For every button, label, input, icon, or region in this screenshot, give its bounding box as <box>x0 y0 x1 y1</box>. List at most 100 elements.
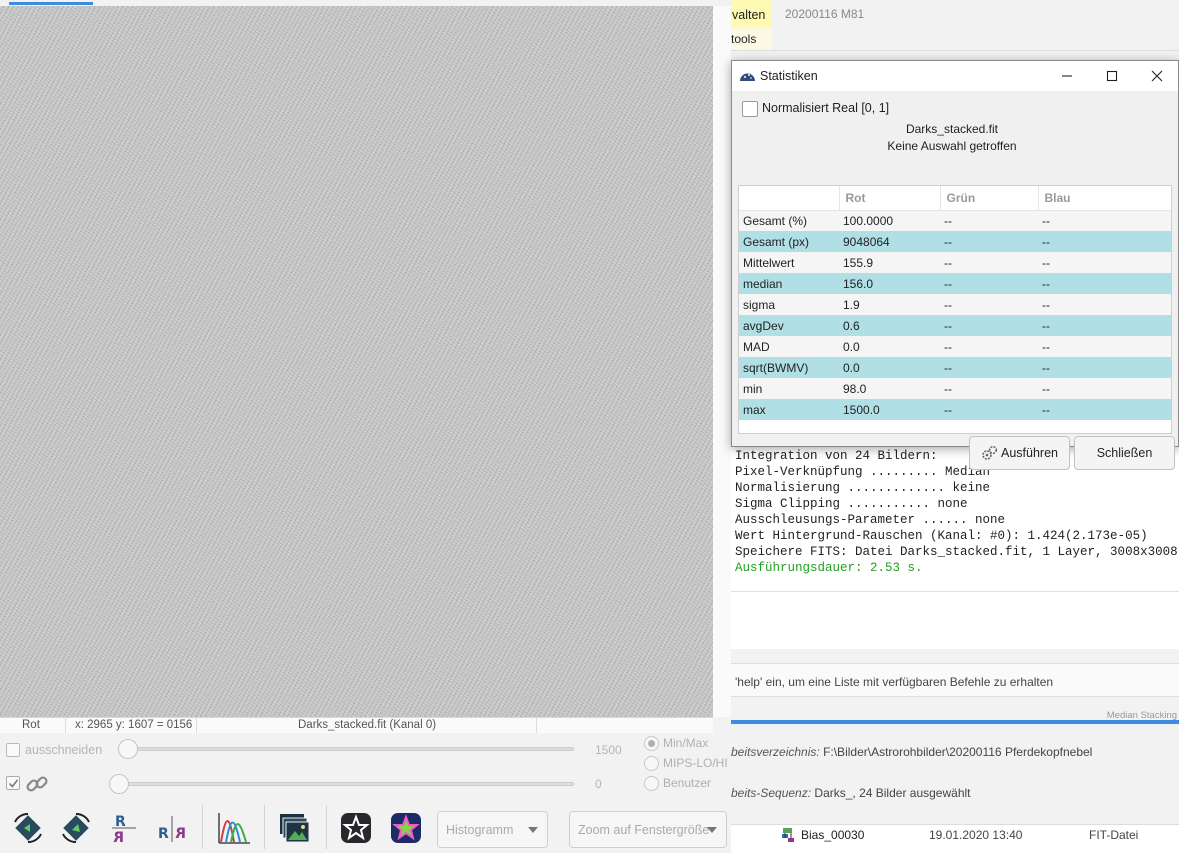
stat-green: -- <box>940 252 1038 273</box>
table-row[interactable]: MAD 0.0 -- -- <box>739 336 1171 357</box>
star-color-button[interactable] <box>386 808 426 848</box>
display-mode-combo[interactable]: Histogramm <box>437 811 548 848</box>
stat-blue: -- <box>1038 273 1171 294</box>
list-item[interactable]: Bias_00030 19.01.2020 13:40 FIT-Datei <box>731 825 1179 847</box>
table-row[interactable]: Gesamt (px) 9048064 -- -- <box>739 231 1171 252</box>
working-directory: beitsverzeichnis: F:\Bilder\Astrorohbild… <box>731 745 1092 759</box>
tab-active[interactable]: valten <box>731 0 772 28</box>
star-color-icon <box>391 813 421 843</box>
stat-blue: -- <box>1038 357 1171 378</box>
stat-red: 9048064 <box>839 231 940 252</box>
log-line: Speichere FITS: Datei Darks_stacked.fit,… <box>735 545 1179 559</box>
stat-green: -- <box>940 294 1038 315</box>
rotate-right-button[interactable] <box>56 808 96 848</box>
mirror-y-icon: R R <box>158 816 186 842</box>
stat-green: -- <box>940 399 1038 420</box>
table-row[interactable]: sigma 1.9 -- -- <box>739 294 1171 315</box>
stat-blue: -- <box>1038 336 1171 357</box>
star-tool-button[interactable] <box>336 808 376 848</box>
run-button-label: Ausführen <box>1001 446 1058 460</box>
stats-filename: Darks_stacked.fit <box>905 122 999 136</box>
stat-blue: -- <box>1038 210 1171 231</box>
crop-label: ausschneiden <box>25 743 103 757</box>
lo-slider-thumb[interactable] <box>109 774 129 794</box>
log-success-line: Ausführungsdauer: 2.53 s. <box>735 561 923 575</box>
stat-red: 1.9 <box>839 294 940 315</box>
mirror-y-button[interactable]: R R <box>152 808 192 848</box>
vertical-scrollbar[interactable] <box>713 6 731 717</box>
tab-active-label: valten <box>732 8 766 22</box>
dialog-titlebar[interactable]: Statistiken <box>732 61 1178 91</box>
col-header-name <box>739 186 839 211</box>
table-row[interactable]: min 98.0 -- -- <box>739 378 1171 399</box>
stat-red: 0.0 <box>839 336 940 357</box>
hi-slider-track[interactable] <box>120 747 574 751</box>
project-title: 20200116 M81 <box>785 7 865 21</box>
image-stack-button[interactable] <box>274 808 314 848</box>
star-outline-icon <box>341 813 371 843</box>
zoom-combo[interactable]: Zoom auf Fenstergröße <box>569 811 727 848</box>
histogram-tool-button[interactable] <box>214 808 254 848</box>
histogram-curves-icon <box>218 813 250 844</box>
close-button[interactable]: Schließen <box>1074 436 1175 470</box>
stat-red: 0.0 <box>839 357 940 378</box>
minimize-button[interactable] <box>1044 61 1090 91</box>
image-canvas[interactable] <box>0 6 713 717</box>
table-row[interactable]: sqrt(BWMV) 0.0 -- -- <box>739 357 1171 378</box>
stat-name: Gesamt (px) <box>739 231 839 252</box>
normalize-checkbox[interactable] <box>742 101 758 117</box>
stat-red: 100.0000 <box>839 210 940 231</box>
stat-red: 1500.0 <box>839 399 940 420</box>
fits-file-icon <box>782 828 794 842</box>
stat-name: sqrt(BWMV) <box>739 357 839 378</box>
table-row[interactable]: Mittelwert 155.9 -- -- <box>739 252 1171 273</box>
stat-red: 98.0 <box>839 378 940 399</box>
file-type: FIT-Datei <box>1089 828 1139 842</box>
radio-mips-label: MIPS-LO/HI <box>663 756 728 770</box>
mirror-x-button[interactable]: R R <box>104 808 144 848</box>
working-directory-label: beitsverzeichnis: <box>731 745 820 759</box>
chevron-down-icon <box>707 827 717 833</box>
radio-mips[interactable] <box>644 756 659 771</box>
log-line: Sigma Clipping ........... none <box>735 497 968 511</box>
statistics-dialog: Statistiken Normalisiert Real [0, 1] Dar… <box>731 60 1179 470</box>
radio-user[interactable] <box>644 776 659 791</box>
stat-blue: -- <box>1038 252 1171 273</box>
radio-minmax[interactable] <box>644 736 659 751</box>
command-input[interactable]: 'help' ein, um eine Liste mit verfügbare… <box>731 663 1179 697</box>
stat-blue: -- <box>1038 399 1171 420</box>
close-window-button[interactable] <box>1134 61 1179 91</box>
image-stack-icon <box>280 814 310 843</box>
rotate-left-icon <box>14 812 42 844</box>
stat-red: 155.9 <box>839 252 940 273</box>
stats-table: Rot Grün Blau Gesamt (%) 100.0000 -- -- Ges… <box>738 185 1172 434</box>
link-checkbox[interactable] <box>6 776 20 790</box>
file-date: 19.01.2020 13:40 <box>929 828 1023 842</box>
tab-tools-label: tools <box>731 32 757 46</box>
rotate-right-icon <box>62 812 90 844</box>
stat-name: avgDev <box>739 315 839 336</box>
col-header-red: Rot <box>838 186 940 211</box>
table-row[interactable]: avgDev 0.6 -- -- <box>739 315 1171 336</box>
link-icon <box>26 776 48 792</box>
stat-name: Mittelwert <box>739 252 839 273</box>
console-blank <box>731 591 1179 649</box>
run-button[interactable]: Ausführen <box>969 436 1070 470</box>
hi-slider-thumb[interactable] <box>118 739 138 759</box>
file-name: Bias_00030 <box>801 828 865 842</box>
rotate-left-button[interactable] <box>8 808 48 848</box>
image-status-bar: Rot x: 2965 y: 1607 = 0156 Darks_stacked… <box>0 717 713 733</box>
lo-slider-track[interactable] <box>110 782 574 786</box>
maximize-button[interactable] <box>1089 61 1135 91</box>
svg-text:R: R <box>175 826 186 842</box>
tab-tools[interactable]: tools <box>731 28 772 50</box>
crop-checkbox[interactable] <box>6 743 20 757</box>
check-icon <box>8 779 18 788</box>
table-row[interactable]: max 1500.0 -- -- <box>739 399 1171 420</box>
progress-bar <box>731 720 1179 724</box>
radio-user-label: Benutzer <box>663 776 712 790</box>
working-directory-value: F:\Bilder\Astrorohbilder\20200116 Pferde… <box>823 745 1093 759</box>
file-list: Bias_00030 19.01.2020 13:40 FIT-Datei <box>731 824 1179 853</box>
table-row[interactable]: Gesamt (%) 100.0000 -- -- <box>739 210 1171 231</box>
table-row[interactable]: median 156.0 -- -- <box>739 273 1171 294</box>
